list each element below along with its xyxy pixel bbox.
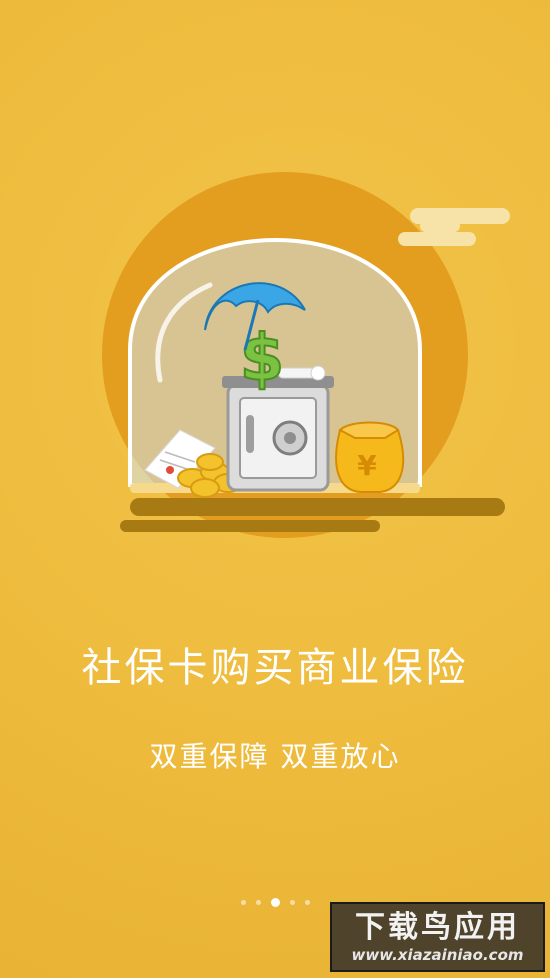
watermark-main: 下载鸟应用	[355, 910, 520, 945]
page-title: 社保卡购买商业保险	[81, 645, 469, 691]
shelf-shadow	[130, 498, 505, 516]
page-subtitle: 双重保障 双重放心	[149, 740, 401, 773]
insurance-illustration: $ ¥	[102, 172, 510, 538]
page-dot-4[interactable]	[289, 900, 295, 905]
watermark-logo: 下载鸟应用 www.xiazainiao.com	[330, 902, 545, 972]
page-dot-2[interactable]	[255, 900, 261, 905]
watermark-url: www.xiazainiao.com	[351, 946, 524, 964]
onboarding-screen[interactable]: $ ¥ 社保卡购买商业保险 双重保障 双重放心 下载鸟应用 www.xiazai…	[0, 0, 550, 978]
money-bag-icon: ¥	[335, 421, 405, 493]
page-dot-1[interactable]	[240, 900, 246, 905]
dollar-icon: $	[240, 322, 285, 396]
page-dot-3[interactable]	[270, 898, 280, 907]
scroll-icon	[277, 365, 326, 381]
page-dot-5[interactable]	[304, 900, 310, 905]
svg-text:¥: ¥	[357, 449, 377, 482]
